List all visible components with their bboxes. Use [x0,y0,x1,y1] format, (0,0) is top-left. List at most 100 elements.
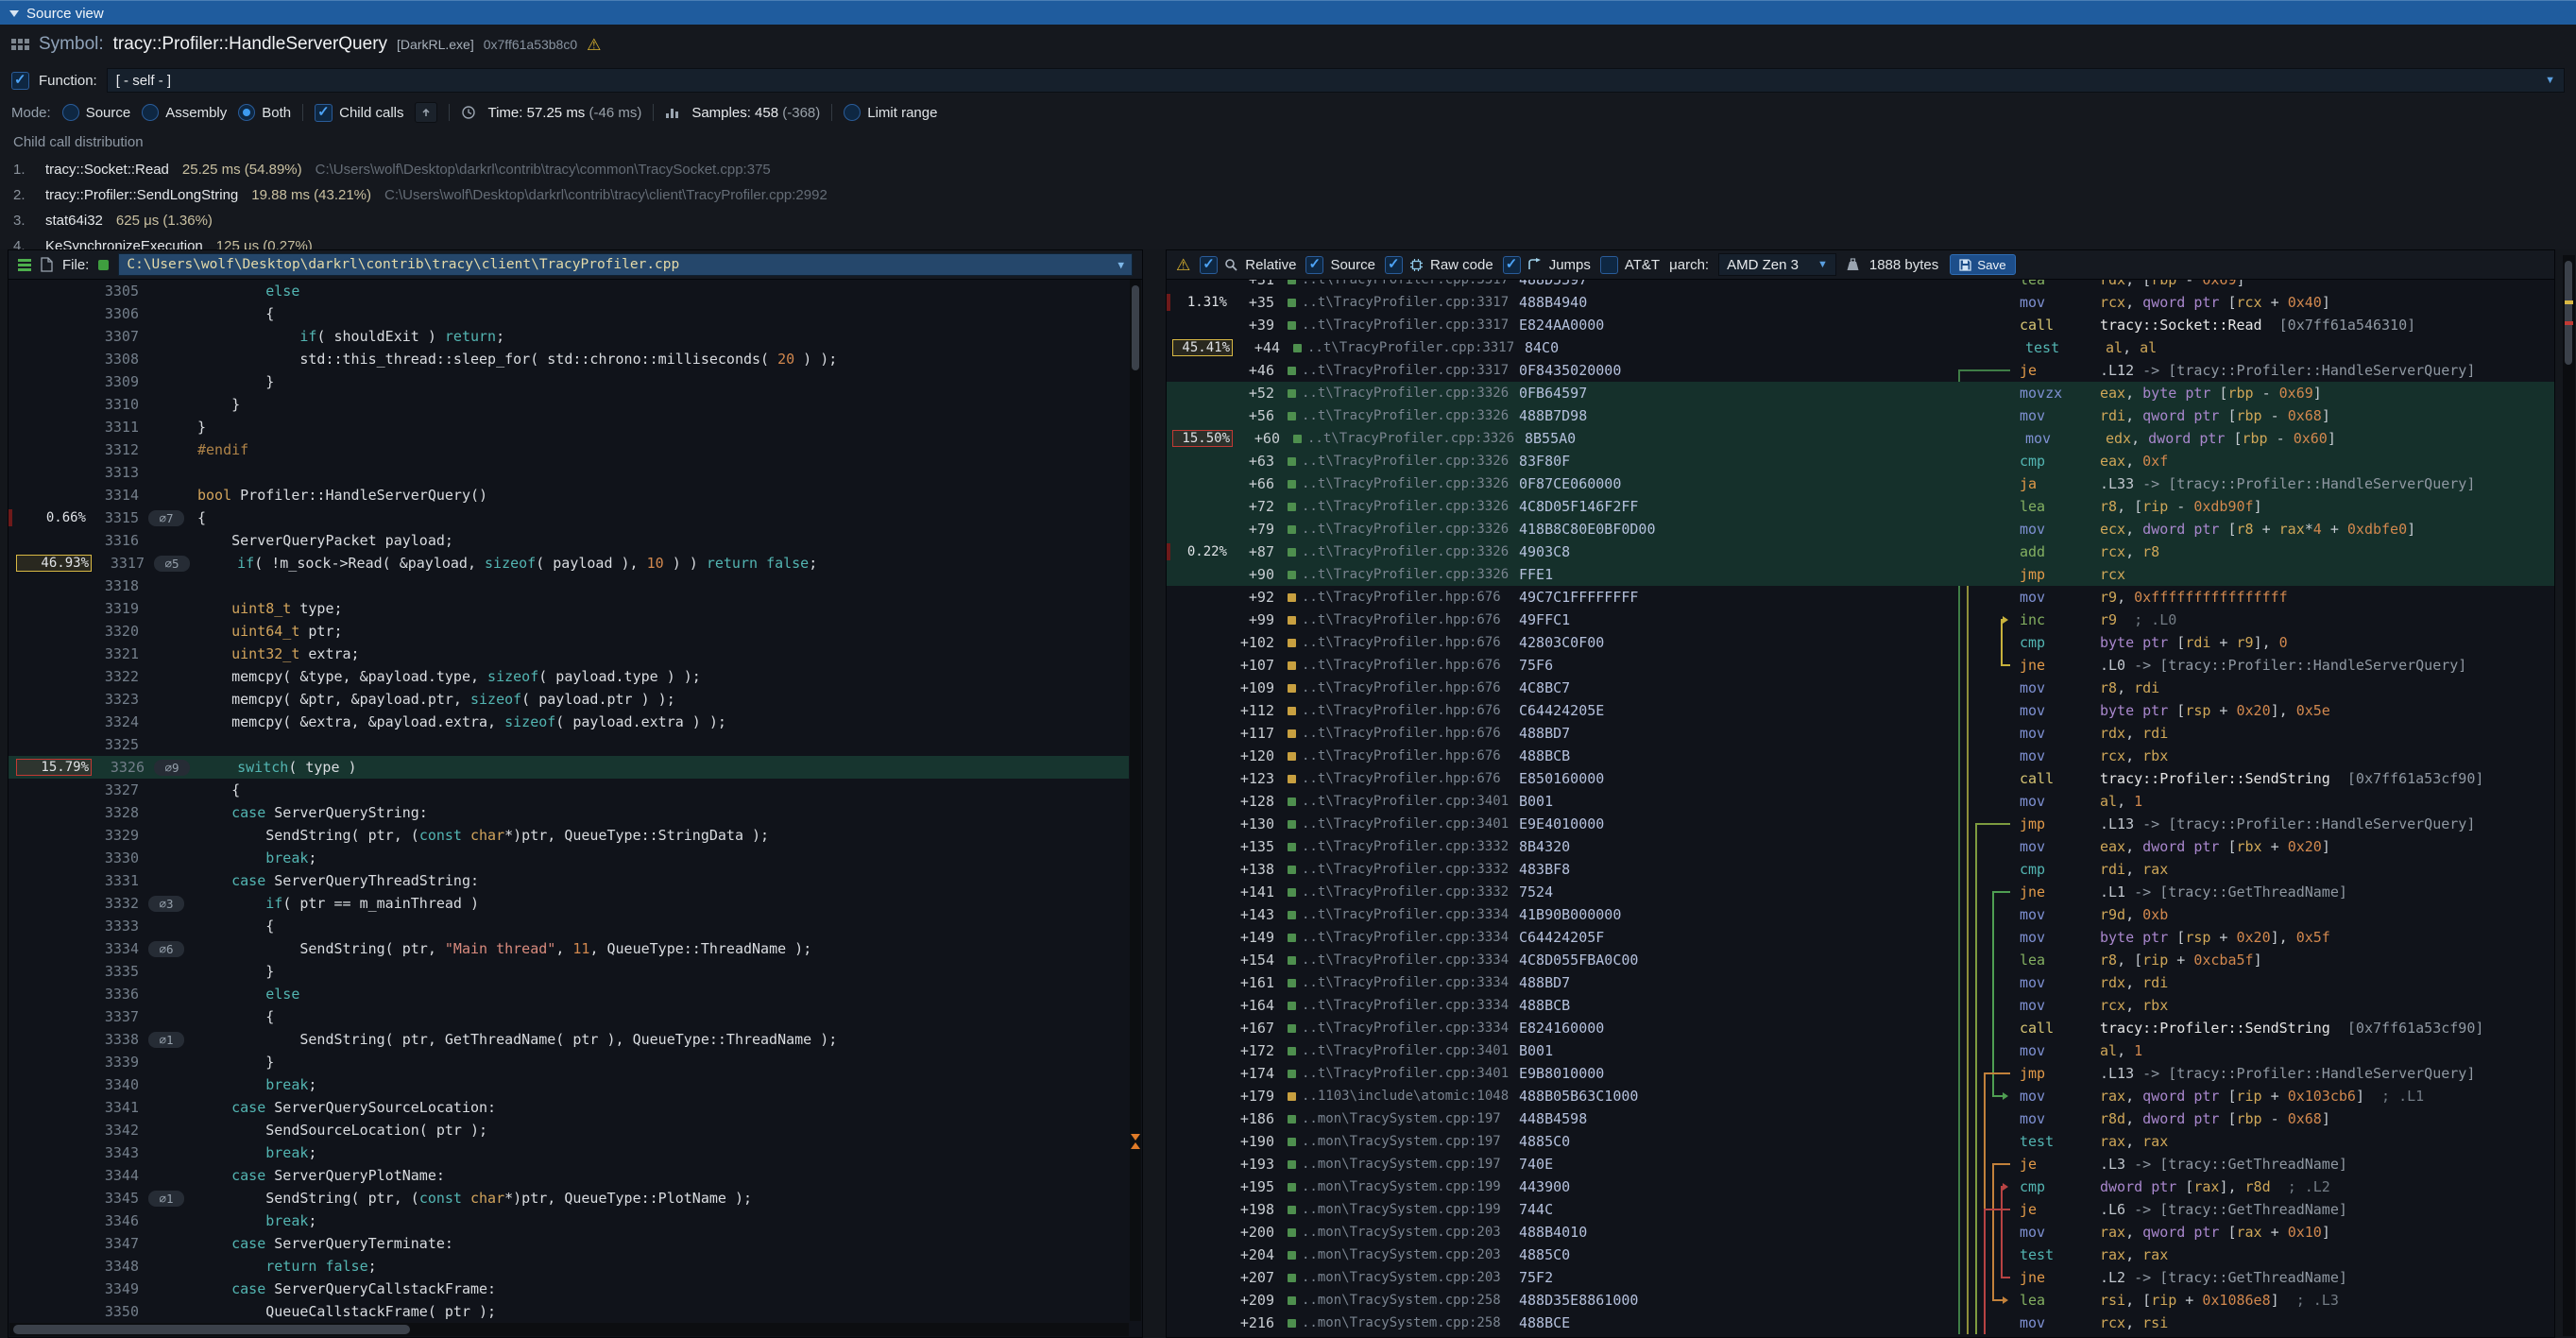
jumps-checkbox[interactable] [1503,256,1521,274]
raw-code-toggle[interactable]: Raw code [1385,256,1493,274]
source-line-row[interactable]: 3309 } [9,370,1129,393]
asm-row[interactable]: +216..mon\TracySystem.cpp:258488BCEmovrc… [1167,1312,2554,1334]
mode-radio-assembly[interactable]: Assembly [142,104,227,121]
asm-row[interactable]: +109..t\TracyProfiler.hpp:6764C8BC7movr8… [1167,677,2554,699]
asm-row[interactable]: +63..t\TracyProfiler.cpp:332683F80Fcmpea… [1167,450,2554,472]
titlebar[interactable]: Source view [0,0,2576,26]
asm-row[interactable]: +72..t\TracyProfiler.cpp:33264C8D05F146F… [1167,495,2554,518]
asm-row[interactable]: +79..t\TracyProfiler.cpp:3326418B8C80E0B… [1167,518,2554,540]
source-line-row[interactable]: 3341 case ServerQuerySourceLocation: [9,1096,1129,1119]
source-line-row[interactable]: 3340 break; [9,1073,1129,1096]
source-line-row[interactable]: 15.79%3326⌀9 switch( type ) [9,756,1129,779]
asm-row[interactable]: +195..mon\TracySystem.cpp:199443900cmpdw… [1167,1175,2554,1198]
source-line-row[interactable]: 3339 } [9,1051,1129,1073]
source-line-row[interactable]: 3330 break; [9,847,1129,869]
chevron-down-icon[interactable] [1817,259,1828,270]
source-line-row[interactable]: 3343 break; [9,1141,1129,1164]
source-line-row[interactable]: 3321 uint32_t extra; [9,643,1129,665]
source-line-row[interactable]: 46.93%3317⌀5 if( !m_sock->Read( &payload… [9,552,1129,575]
source-line-row[interactable]: 3344 case ServerQueryPlotName: [9,1164,1129,1187]
source-line-row[interactable]: 3311} [9,416,1129,438]
asm-row[interactable]: +46..t\TracyProfiler.cpp:33170F843502000… [1167,359,2554,382]
jumps-toggle[interactable]: Jumps [1503,256,1591,274]
source-line-row[interactable]: 3335 } [9,960,1129,983]
asm-row[interactable]: +190..mon\TracySystem.cpp:1974885C0testr… [1167,1130,2554,1153]
asm-row[interactable]: 0.22%+87..t\TracyProfiler.cpp:33264903C8… [1167,540,2554,563]
source-line-row[interactable]: 3314bool Profiler::HandleServerQuery() [9,484,1129,506]
radio-icon[interactable] [142,104,159,121]
asm-row[interactable]: +120..t\TracyProfiler.hpp:676488BCBmovrc… [1167,745,2554,767]
asm-row[interactable]: +174..t\TracyProfiler.cpp:3401E9B8010000… [1167,1062,2554,1085]
source-line-row[interactable]: 3325 [9,733,1129,756]
child-calls-toggle[interactable]: Child calls [315,104,403,122]
asm-row[interactable]: +193..mon\TracySystem.cpp:197740Eje.L3 -… [1167,1153,2554,1175]
asm-row[interactable]: +66..t\TracyProfiler.cpp:33260F87CE06000… [1167,472,2554,495]
up-arrow-button[interactable] [415,102,437,123]
source-line-row[interactable]: 3346 break; [9,1209,1129,1232]
chevron-down-icon[interactable] [1117,259,1124,271]
asm-row[interactable]: +102..t\TracyProfiler.hpp:67642803C0F00c… [1167,631,2554,654]
asm-row[interactable]: +161..t\TracyProfiler.cpp:3334488BD7movr… [1167,971,2554,994]
source-line-row[interactable]: 3323 memcpy( &ptr, &payload.ptr, sizeof(… [9,688,1129,711]
save-button[interactable]: Save [1950,254,2015,275]
mode-radio-both[interactable]: Both [238,104,291,121]
asm-row[interactable]: +52..t\TracyProfiler.cpp:33260FB64597mov… [1167,382,2554,404]
asm-row[interactable]: +154..t\TracyProfiler.cpp:33344C8D055FBA… [1167,949,2554,971]
asm-row[interactable]: +198..mon\TracySystem.cpp:199744Cje.L6 -… [1167,1198,2554,1221]
asm-row[interactable]: +92..t\TracyProfiler.hpp:67649C7C1FFFFFF… [1167,586,2554,609]
child-call-item[interactable]: 2.tracy::Profiler::SendLongString19.88 m… [13,182,2563,208]
child-call-item[interactable]: 1.tracy::Socket::Read25.25 ms (54.89%)C:… [13,157,2563,182]
asm-row[interactable]: +107..t\TracyProfiler.hpp:67675F6jne.L0 … [1167,654,2554,677]
asm-row[interactable]: 15.50%+60..t\TracyProfiler.cpp:33268B55A… [1167,427,2554,450]
asm-row[interactable]: +179..1103\include\atomic:1048488B05B63C… [1167,1085,2554,1107]
asm-row[interactable]: +123..t\TracyProfiler.hpp:676E850160000c… [1167,767,2554,790]
asm-row[interactable]: +39..t\TracyProfiler.cpp:3317E824AA0000c… [1167,314,2554,336]
asm-row[interactable]: +141..t\TracyProfiler.cpp:33327524jne.L1… [1167,881,2554,903]
relative-toggle[interactable]: Relative [1200,256,1296,274]
source-line-row[interactable]: 3345⌀1 SendString( ptr, (const char*)ptr… [9,1187,1129,1209]
source-line-row[interactable]: 3312#endif [9,438,1129,461]
source-toggle[interactable]: Source [1305,256,1375,274]
source-line-row[interactable]: 3338⌀1 SendString( ptr, GetThreadName( p… [9,1028,1129,1051]
source-line-row[interactable]: 3305 else [9,280,1129,302]
asm-row[interactable]: +143..t\TracyProfiler.cpp:333441B90B0000… [1167,903,2554,926]
relative-checkbox[interactable] [1200,256,1218,274]
source-line-row[interactable]: 3322 memcpy( &type, &payload.type, sizeo… [9,665,1129,688]
source-line-row[interactable]: 3332⌀3 if( ptr == m_mainThread ) [9,892,1129,915]
source-lines-icon[interactable] [18,259,31,271]
source-line-row[interactable]: 0.66%3315⌀7{ [9,506,1129,529]
limit-range-checkbox[interactable] [844,104,861,121]
source-line-row[interactable]: 3329 SendString( ptr, (const char*)ptr, … [9,824,1129,847]
asm-row[interactable]: +31..t\TracyProfiler.cpp:3317488D5597lea… [1167,280,2554,291]
source-line-row[interactable]: 3308 std::this_thread::sleep_for( std::c… [9,348,1129,370]
source-line-row[interactable]: 3320 uint64_t ptr; [9,620,1129,643]
asm-row[interactable]: +209..mon\TracySystem.cpp:258488D35E8861… [1167,1289,2554,1312]
asm-row[interactable]: +204..mon\TracySystem.cpp:2034885C0testr… [1167,1244,2554,1266]
function-select[interactable]: [ - self - ] [107,68,2565,93]
source-line-row[interactable]: 3333 { [9,915,1129,937]
source-vertical-scrollbar[interactable] [1130,280,1141,1321]
asm-row[interactable]: +130..t\TracyProfiler.cpp:3401E9E4010000… [1167,813,2554,835]
source-line-row[interactable]: 3347 case ServerQueryTerminate: [9,1232,1129,1255]
scrollbar-thumb[interactable] [1132,285,1139,370]
scrollbar-thumb[interactable] [13,1325,410,1334]
asm-row[interactable]: +167..t\TracyProfiler.cpp:3334E824160000… [1167,1017,2554,1039]
collapse-icon[interactable] [9,10,19,17]
source-line-row[interactable]: 3328 case ServerQueryString: [9,801,1129,824]
source-line-row[interactable]: 3350 QueueCallstackFrame( ptr ); [9,1300,1129,1322]
asm-row[interactable]: +117..t\TracyProfiler.hpp:676488BD7movrd… [1167,722,2554,745]
asm-row[interactable]: +56..t\TracyProfiler.cpp:3326488B7D98mov… [1167,404,2554,427]
source-line-row[interactable]: 3331 case ServerQueryThreadString: [9,869,1129,892]
asm-row[interactable]: +164..t\TracyProfiler.cpp:3334488BCBmovr… [1167,994,2554,1017]
source-line-row[interactable]: 3318 [9,575,1129,597]
source-line-row[interactable]: 3337 { [9,1005,1129,1028]
source-line-row[interactable]: 3342 SendSourceLocation( ptr ); [9,1119,1129,1141]
asm-row[interactable]: +128..t\TracyProfiler.cpp:3401B001moval,… [1167,790,2554,813]
source-line-row[interactable]: 3336 else [9,983,1129,1005]
asm-row[interactable]: +207..mon\TracySystem.cpp:20375F2jne.L2 … [1167,1266,2554,1289]
source-line-row[interactable]: 3306 { [9,302,1129,325]
radio-icon[interactable] [238,104,255,121]
limit-range-toggle[interactable]: Limit range [844,104,937,121]
scrollbar-thumb[interactable] [2565,261,2572,365]
radio-icon[interactable] [62,104,79,121]
